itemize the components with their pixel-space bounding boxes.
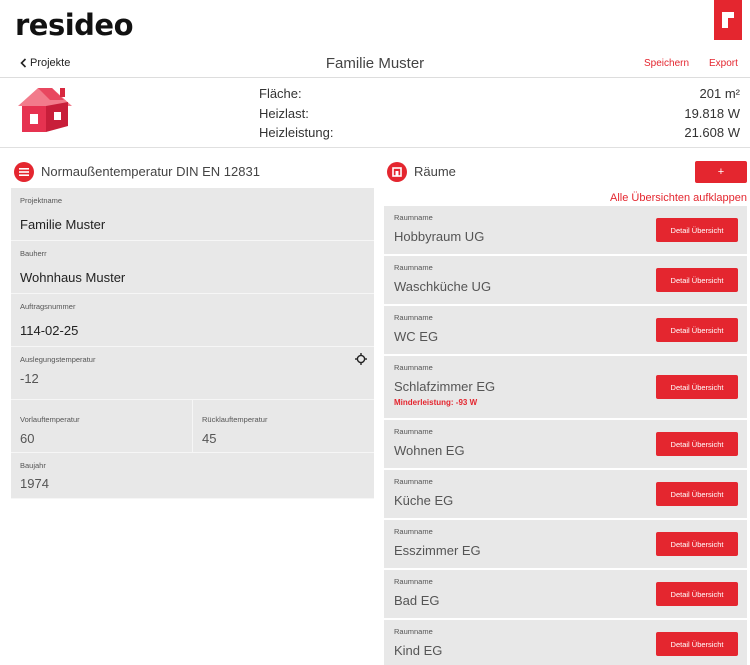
field-value: 114-02-25 xyxy=(20,323,79,338)
project-summary xyxy=(0,78,750,148)
field-value: Familie Muster xyxy=(20,217,106,232)
project-form: Projektname Familie Muster Bauherr Wohnh… xyxy=(11,188,374,499)
page-title: Familie Muster xyxy=(325,55,425,72)
heating-power-value: 21.608 W xyxy=(684,125,740,140)
list-item: Raumname Waschküche UG Detail Übersicht xyxy=(384,256,747,304)
detail-button[interactable]: Detail Übersicht xyxy=(656,318,738,342)
detail-button[interactable]: Detail Übersicht xyxy=(656,218,738,242)
detail-button[interactable]: Detail Übersicht xyxy=(656,482,738,506)
expand-all-link[interactable]: Alle Übersichten aufklappen xyxy=(610,192,747,204)
room-label: Raumname xyxy=(394,427,433,436)
room-name: Esszimmer EG xyxy=(394,543,481,558)
underperformance-warning: Minderleistung: -93 W xyxy=(394,398,478,407)
room-name: Wohnen EG xyxy=(394,443,465,458)
heat-load-value: 19.818 W xyxy=(684,106,740,121)
room-name: WC EG xyxy=(394,329,439,344)
field-label: Projektname xyxy=(20,196,63,205)
room-icon xyxy=(387,162,407,182)
left-section-title: Normaußentemperatur DIN EN 12831 xyxy=(41,164,260,179)
list-item: Raumname Esszimmer EG Detail Übersicht xyxy=(384,520,747,568)
room-label: Raumname xyxy=(394,263,433,272)
add-room-button[interactable]: + xyxy=(695,161,747,183)
detail-button[interactable]: Detail Übersicht xyxy=(656,375,738,399)
field-value: -12 xyxy=(20,371,39,386)
rooms-section-title: Räume xyxy=(414,164,456,179)
detail-button[interactable]: Detail Übersicht xyxy=(656,632,738,656)
save-link[interactable]: Speichern xyxy=(644,58,689,69)
field-label: Vorlauftemperatur xyxy=(20,415,80,424)
heating-power-label: Heizleistung: xyxy=(259,125,334,140)
detail-button[interactable]: Detail Übersicht xyxy=(656,532,738,556)
room-label: Raumname xyxy=(394,577,433,586)
list-item: Raumname Hobbyraum UG Detail Übersicht xyxy=(384,206,747,254)
room-label: Raumname xyxy=(394,313,433,322)
room-name: Küche EG xyxy=(394,493,454,508)
room-label: Raumname xyxy=(394,213,433,222)
list-item: Raumname Küche EG Detail Übersicht xyxy=(384,470,747,518)
field-label: Bauherr xyxy=(20,249,47,258)
temperature-split-row: Vorlauftemperatur 60 Rücklauftemperatur … xyxy=(11,400,374,453)
crosshair-icon[interactable] xyxy=(355,353,367,365)
brand-mark-icon xyxy=(714,0,742,40)
field-label: Baujahr xyxy=(20,461,46,470)
room-name: Bad EG xyxy=(394,593,440,608)
field-label: Auftragsnummer xyxy=(20,302,76,311)
area-value: 201 m² xyxy=(699,86,740,101)
list-item: Raumname Kind EG Detail Übersicht xyxy=(384,620,747,665)
room-label: Raumname xyxy=(394,477,433,486)
room-label: Raumname xyxy=(394,627,433,636)
list-item: Raumname WC EG Detail Übersicht xyxy=(384,306,747,354)
field-label: Rücklauftemperatur xyxy=(202,415,268,424)
house-icon xyxy=(18,88,72,132)
list-item: Raumname Wohnen EG Detail Übersicht xyxy=(384,420,747,468)
field-value: 1974 xyxy=(20,476,49,491)
room-list: Raumname Hobbyraum UG Detail Übersicht R… xyxy=(384,206,747,665)
detail-button[interactable]: Detail Übersicht xyxy=(656,582,738,606)
heat-load-label: Heizlast: xyxy=(259,106,309,121)
list-item: Raumname Schlafzimmer EG Minderleistung:… xyxy=(384,356,747,418)
room-name: Hobbyraum UG xyxy=(394,229,485,244)
field-value: 45 xyxy=(202,431,217,446)
room-name: Waschküche UG xyxy=(394,279,492,294)
field-label: Auslegungstemperatur xyxy=(20,355,96,364)
room-label: Raumname xyxy=(394,363,433,372)
client-field[interactable]: Bauherr Wohnhaus Muster xyxy=(11,241,374,294)
list-item: Raumname Bad EG Detail Übersicht xyxy=(384,570,747,618)
room-name: Schlafzimmer EG xyxy=(394,379,496,394)
field-value: Wohnhaus Muster xyxy=(20,270,126,285)
detail-button[interactable]: Detail Übersicht xyxy=(656,268,738,292)
detail-button[interactable]: Detail Übersicht xyxy=(656,432,738,456)
order-number-field[interactable]: Auftragsnummer 114-02-25 xyxy=(11,294,374,347)
resideo-logo: resideo xyxy=(15,8,134,42)
list-icon xyxy=(14,162,34,182)
room-label: Raumname xyxy=(394,527,433,536)
flow-temperature-field[interactable]: Vorlauftemperatur 60 xyxy=(11,400,193,452)
export-link[interactable]: Export xyxy=(709,58,738,69)
field-value: 60 xyxy=(20,431,35,446)
project-name-field[interactable]: Projektname Familie Muster xyxy=(11,188,374,241)
area-label: Fläche: xyxy=(259,86,302,101)
construction-year-field[interactable]: Baujahr 1974 xyxy=(11,453,374,499)
design-temperature-field[interactable]: Auslegungstemperatur -12 xyxy=(11,347,374,400)
return-temperature-field[interactable]: Rücklauftemperatur 45 xyxy=(193,400,374,452)
room-name: Kind EG xyxy=(394,643,443,658)
